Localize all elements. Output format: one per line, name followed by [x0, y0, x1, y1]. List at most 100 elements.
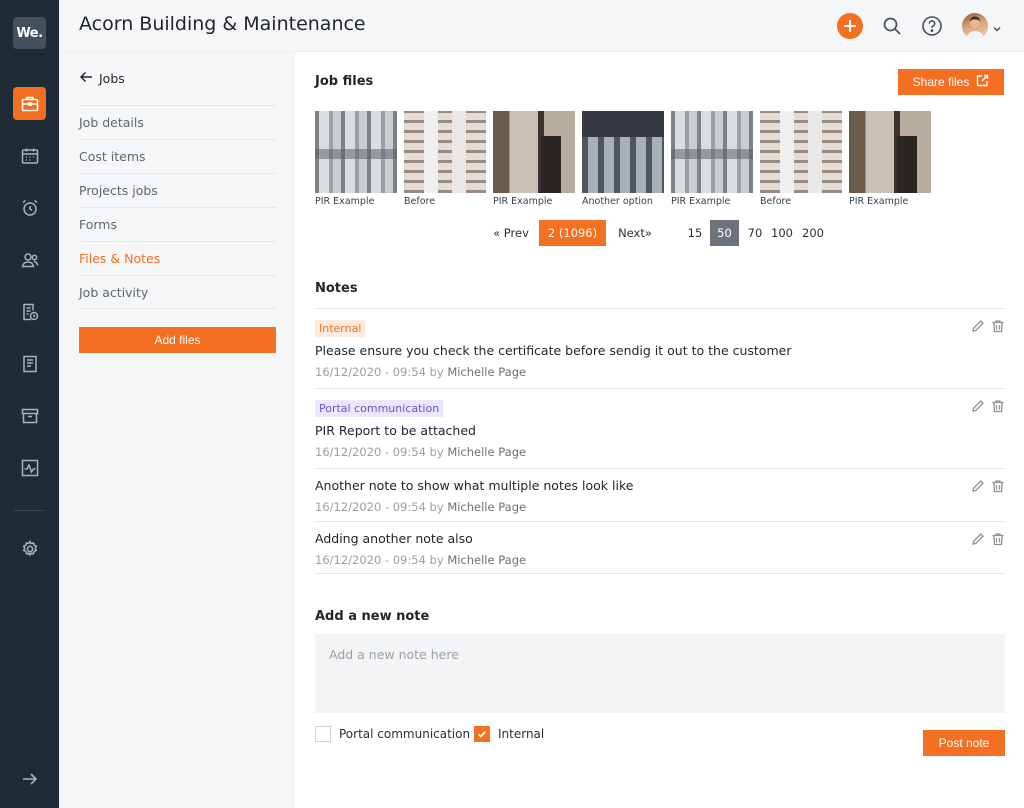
- pencil-icon[interactable]: [971, 531, 985, 550]
- file-caption: Before: [404, 196, 436, 207]
- checkbox-box[interactable]: [474, 726, 490, 742]
- checkbox-box[interactable]: [315, 726, 331, 742]
- file-thumbnail[interactable]: PIR Example: [493, 111, 575, 207]
- job-files-heading: Job files: [315, 74, 374, 89]
- help-icon[interactable]: [920, 14, 944, 38]
- pencil-icon[interactable]: [971, 478, 985, 497]
- share-files-label: Share files: [912, 75, 970, 89]
- file-image[interactable]: [760, 111, 842, 193]
- add-note-heading: Add a new note: [315, 609, 430, 624]
- arrow-right-icon[interactable]: [13, 762, 46, 795]
- note-date: 16/12/2020 - 09:54: [315, 445, 426, 459]
- search-icon[interactable]: [880, 14, 904, 38]
- rail-divider: [14, 510, 45, 511]
- file-caption: PIR Example: [315, 196, 375, 207]
- trash-icon[interactable]: [991, 531, 1005, 550]
- page-size-option[interactable]: 15: [682, 220, 708, 246]
- plus-icon[interactable]: [837, 13, 863, 39]
- contacts-icon[interactable]: [13, 243, 46, 276]
- post-note-button[interactable]: Post note: [923, 730, 1005, 756]
- note-actions: [971, 398, 1005, 417]
- trash-icon[interactable]: [991, 318, 1005, 337]
- add-files-button[interactable]: Add files: [79, 327, 276, 353]
- note-by: by: [429, 553, 444, 567]
- checkbox-label: Portal communication: [339, 727, 471, 741]
- file-image[interactable]: [582, 111, 664, 193]
- file-image[interactable]: [849, 111, 931, 193]
- file-thumbnail[interactable]: Before: [404, 111, 486, 207]
- subnav-item-job-details[interactable]: Job details: [79, 105, 276, 139]
- checkmark-icon: [477, 730, 487, 738]
- prev-page-link[interactable]: « Prev: [487, 220, 535, 246]
- new-note-textarea[interactable]: [315, 634, 1005, 713]
- portal-communication-checkbox[interactable]: Portal communication: [315, 726, 470, 742]
- app-logo[interactable]: We.: [13, 17, 46, 49]
- alarm-clock-icon[interactable]: [13, 191, 46, 224]
- page-size-option[interactable]: 100: [769, 220, 795, 246]
- next-page-link[interactable]: Next»: [615, 220, 655, 246]
- back-to-jobs-link[interactable]: Jobs: [79, 70, 125, 87]
- note-actions: [971, 478, 1005, 497]
- file-thumbnail[interactable]: Before: [760, 111, 842, 207]
- invoice-icon[interactable]: [13, 347, 46, 380]
- note-date: 16/12/2020 - 09:54: [315, 365, 426, 379]
- note-author: Michelle Page: [447, 553, 527, 567]
- app-rail: We.: [0, 0, 59, 808]
- file-caption: Before: [760, 196, 792, 207]
- note-date: 16/12/2020 - 09:54: [315, 500, 426, 514]
- file-thumbnail[interactable]: Another option: [582, 111, 664, 207]
- subnav-item-projects-jobs[interactable]: Projects jobs: [79, 173, 276, 207]
- avatar[interactable]: [962, 13, 988, 39]
- file-thumbnail[interactable]: PIR Example: [315, 111, 397, 207]
- page-size-option[interactable]: 70: [743, 220, 767, 246]
- trash-icon[interactable]: [991, 398, 1005, 417]
- briefcase-icon[interactable]: [13, 87, 46, 120]
- share-files-button[interactable]: Share files: [898, 69, 1004, 95]
- top-header: Acorn Building & Maintenance: [59, 0, 1024, 52]
- note-item: Internal Please ensure you check the cer…: [315, 308, 1005, 388]
- checkbox-label: Internal: [498, 727, 545, 741]
- note-actions: [971, 531, 1005, 550]
- subnav-item-files-notes[interactable]: Files & Notes: [79, 241, 276, 275]
- subnav-item-forms[interactable]: Forms: [79, 207, 276, 241]
- trash-icon[interactable]: [991, 478, 1005, 497]
- note-author: Michelle Page: [447, 365, 527, 379]
- note-text: Adding another note also: [315, 531, 473, 546]
- file-thumbnail[interactable]: PIR Example: [849, 111, 931, 207]
- archive-icon[interactable]: [13, 399, 46, 432]
- page-size-option[interactable]: 50: [710, 220, 739, 246]
- file-thumbnail[interactable]: PIR Example: [671, 111, 753, 207]
- page-title: Acorn Building & Maintenance: [79, 13, 366, 35]
- note-date: 16/12/2020 - 09:54: [315, 553, 426, 567]
- subnav-list: Job details Cost items Projects jobs For…: [79, 105, 276, 309]
- pencil-icon[interactable]: [971, 318, 985, 337]
- subnav-item-job-activity[interactable]: Job activity: [79, 275, 276, 309]
- back-label: Jobs: [99, 71, 125, 86]
- activity-chart-icon[interactable]: [13, 451, 46, 484]
- file-image[interactable]: [671, 111, 753, 193]
- chevron-down-icon[interactable]: [992, 19, 1002, 38]
- note-by: by: [429, 445, 444, 459]
- note-meta: 16/12/2020 - 09:54 by Michelle Page: [315, 445, 1005, 459]
- file-thumbnails: PIR Example Before PIR Example Another o…: [315, 111, 938, 207]
- arrow-left-icon: [79, 70, 93, 87]
- subnav-item-cost-items[interactable]: Cost items: [79, 139, 276, 173]
- current-page[interactable]: 2 (1096): [539, 220, 606, 246]
- file-caption: Another option: [582, 196, 653, 207]
- document-clock-icon[interactable]: [13, 295, 46, 328]
- calendar-icon[interactable]: [13, 139, 46, 172]
- note-text: Please ensure you check the certificate …: [315, 343, 792, 358]
- internal-checkbox[interactable]: Internal: [474, 726, 544, 742]
- note-text: Another note to show what multiple notes…: [315, 478, 634, 493]
- file-image[interactable]: [404, 111, 486, 193]
- notes-list: Internal Please ensure you check the cer…: [315, 308, 1005, 574]
- pencil-icon[interactable]: [971, 398, 985, 417]
- note-item: Adding another note also 16/12/2020 - 09…: [315, 521, 1005, 574]
- files-pager: « Prev 2 (1096) Next» 15 50 70 100 200: [315, 220, 1005, 246]
- file-caption: PIR Example: [849, 196, 909, 207]
- page-size-option[interactable]: 200: [799, 220, 827, 246]
- file-image[interactable]: [493, 111, 575, 193]
- file-image[interactable]: [315, 111, 397, 193]
- external-share-icon: [976, 74, 989, 90]
- gear-icon[interactable]: [13, 532, 46, 565]
